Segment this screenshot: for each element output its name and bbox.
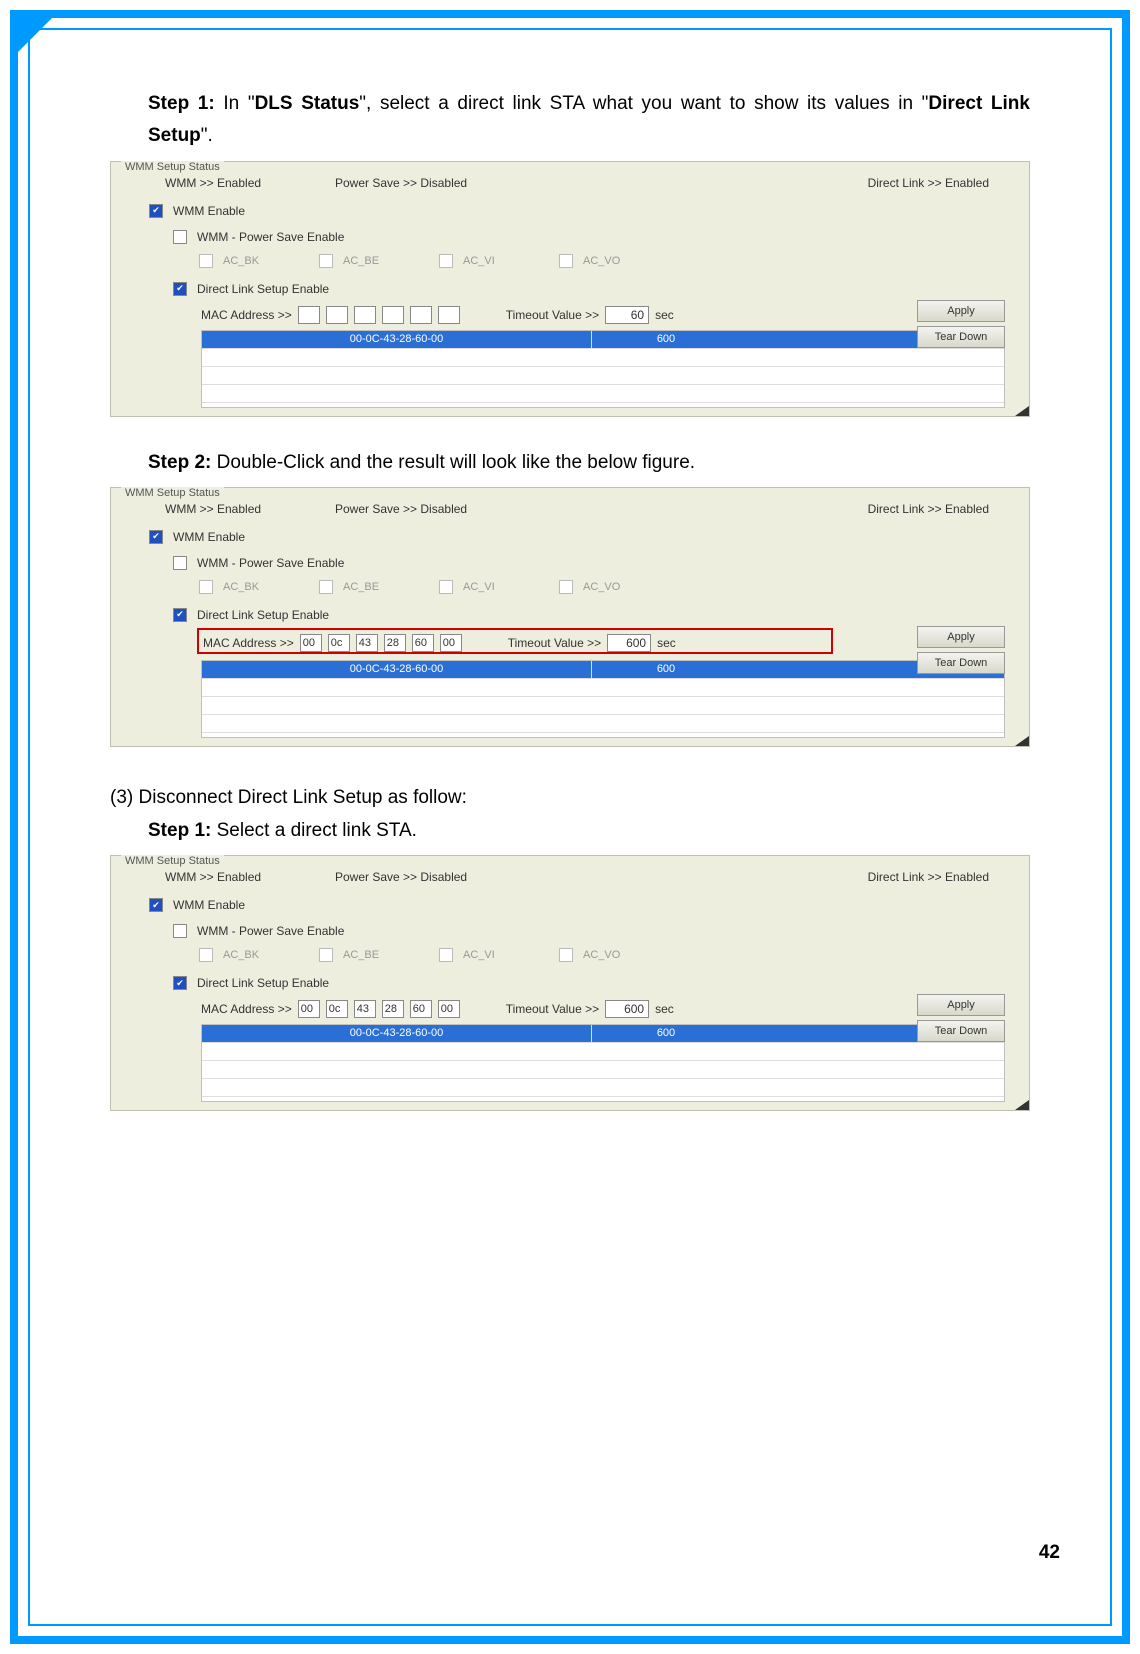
teardown-button[interactable]: Tear Down xyxy=(917,1020,1005,1042)
mac-input-5[interactable] xyxy=(410,306,432,324)
ac-be-checkbox xyxy=(319,254,333,268)
wmm-panel-1: WMM Setup Status WMM >> Enabled Power Sa… xyxy=(110,161,1030,417)
apply-button[interactable]: Apply xyxy=(917,626,1005,648)
resize-grip-icon xyxy=(1015,1100,1029,1110)
dls-enable-checkbox[interactable] xyxy=(173,282,187,296)
mac-input-3[interactable]: 43 xyxy=(356,634,378,652)
table-row[interactable]: 00-0C-43-28-60-00 600 xyxy=(202,1025,1004,1043)
ac-vi-checkbox xyxy=(439,254,453,268)
step2-text: Step 2: Double-Click and the result will… xyxy=(110,447,1030,479)
resize-grip-icon xyxy=(1015,406,1029,416)
dls-enable-checkbox[interactable] xyxy=(173,976,187,990)
table-row[interactable]: 00-0C-43-28-60-00 600 xyxy=(202,661,1004,679)
mac-input-6[interactable]: 00 xyxy=(440,634,462,652)
mac-input-1[interactable]: 00 xyxy=(298,1000,320,1018)
dls-table[interactable]: 00-0C-43-28-60-00 600 xyxy=(201,660,1005,738)
page-number: 42 xyxy=(1039,1542,1060,1564)
mac-input-1[interactable] xyxy=(298,306,320,324)
mac-input-3[interactable] xyxy=(354,306,376,324)
section-3-text: (3) Disconnect Direct Link Setup as foll… xyxy=(110,787,1030,809)
mac-input-4[interactable]: 28 xyxy=(384,634,406,652)
mac-input-3[interactable]: 43 xyxy=(354,1000,376,1018)
powersave-checkbox[interactable] xyxy=(173,230,187,244)
status-row: WMM >> Enabled Power Save >> Disabled Di… xyxy=(111,162,1029,198)
fieldset-label: WMM Setup Status xyxy=(121,161,224,173)
step1-text: Step 1: In "DLS Status", select a direct… xyxy=(110,88,1030,153)
dls-table[interactable]: 00-0C-43-28-60-00 600 xyxy=(201,1024,1005,1102)
wmm-enable-checkbox[interactable] xyxy=(149,530,163,544)
dls-enable-checkbox[interactable] xyxy=(173,608,187,622)
mac-input-2[interactable]: 0c xyxy=(328,634,350,652)
mac-input-4[interactable] xyxy=(382,306,404,324)
powersave-checkbox[interactable] xyxy=(173,924,187,938)
mac-input-2[interactable]: 0c xyxy=(326,1000,348,1018)
mac-input-6[interactable] xyxy=(438,306,460,324)
ac-vo-checkbox xyxy=(559,254,573,268)
dls-table[interactable]: 00-0C-43-28-60-00 600 xyxy=(201,330,1005,408)
timeout-input[interactable]: 600 xyxy=(605,1000,649,1018)
wmm-panel-3: WMM Setup Status WMM >> Enabled Power Sa… xyxy=(110,855,1030,1111)
timeout-input[interactable]: 60 xyxy=(605,306,649,324)
apply-button[interactable]: Apply xyxy=(917,994,1005,1016)
mac-input-2[interactable] xyxy=(326,306,348,324)
powersave-checkbox[interactable] xyxy=(173,556,187,570)
teardown-button[interactable]: Tear Down xyxy=(917,326,1005,348)
timeout-input[interactable]: 600 xyxy=(607,634,651,652)
mac-input-1[interactable]: 00 xyxy=(300,634,322,652)
step3-1-text: Step 1: Select a direct link STA. xyxy=(110,815,1030,847)
wmm-enable-checkbox[interactable] xyxy=(149,204,163,218)
ac-bk-checkbox xyxy=(199,254,213,268)
mac-input-5[interactable]: 60 xyxy=(410,1000,432,1018)
wmm-enable-checkbox[interactable] xyxy=(149,898,163,912)
resize-grip-icon xyxy=(1015,736,1029,746)
apply-button[interactable]: Apply xyxy=(917,300,1005,322)
mac-input-4[interactable]: 28 xyxy=(382,1000,404,1018)
mac-input-6[interactable]: 00 xyxy=(438,1000,460,1018)
wmm-panel-2: WMM Setup Status WMM >> Enabled Power Sa… xyxy=(110,487,1030,747)
mac-input-5[interactable]: 60 xyxy=(412,634,434,652)
table-row[interactable]: 00-0C-43-28-60-00 600 xyxy=(202,331,1004,349)
teardown-button[interactable]: Tear Down xyxy=(917,652,1005,674)
